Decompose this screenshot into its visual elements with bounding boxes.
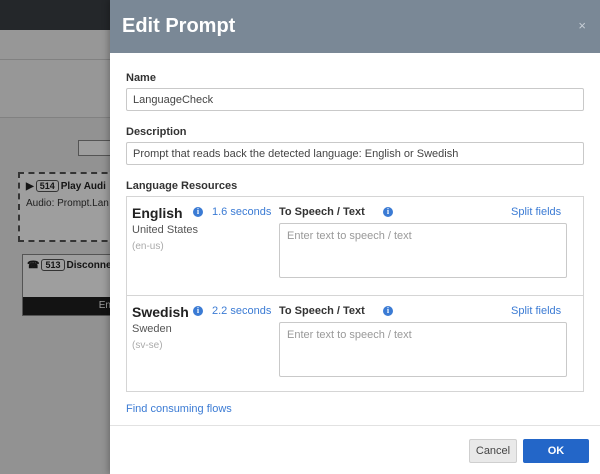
split-fields-link[interactable]: Split fields xyxy=(511,206,561,218)
modal-footer: Cancel OK xyxy=(110,425,600,474)
tts-label: To Speech / Text xyxy=(279,305,365,317)
description-label: Description xyxy=(126,126,187,138)
language-code: (en-us) xyxy=(132,241,164,252)
language-resources-label: Language Resources xyxy=(126,180,238,192)
tts-textarea[interactable] xyxy=(279,223,567,278)
language-resources-table: English i 1.6 seconds United States (en-… xyxy=(126,196,584,392)
language-name: English xyxy=(132,205,183,221)
language-country: Sweden xyxy=(132,323,172,335)
tts-textarea[interactable] xyxy=(279,322,567,377)
modal-title: Edit Prompt xyxy=(122,15,236,37)
description-input[interactable] xyxy=(126,142,584,165)
audio-duration: 1.6 seconds xyxy=(212,206,272,218)
name-input[interactable] xyxy=(126,88,584,111)
info-icon[interactable]: i xyxy=(193,207,203,217)
language-name: Swedish xyxy=(132,304,189,320)
cancel-button[interactable]: Cancel xyxy=(469,439,517,463)
info-icon[interactable]: i xyxy=(193,306,203,316)
name-label: Name xyxy=(126,72,156,84)
language-country: United States xyxy=(132,224,199,236)
tts-label-text: To Speech / Text xyxy=(279,305,365,317)
tts-label: To Speech / Text xyxy=(279,206,365,218)
audio-duration: 2.2 seconds xyxy=(212,305,272,317)
edit-prompt-modal: Edit Prompt × Name Description Language … xyxy=(110,0,600,474)
modal-header: Edit Prompt × xyxy=(110,0,600,53)
info-icon[interactable]: i xyxy=(383,207,393,217)
language-code: (sv-se) xyxy=(132,340,163,351)
split-fields-link[interactable]: Split fields xyxy=(511,305,561,317)
find-consuming-flows-link[interactable]: Find consuming flows xyxy=(126,403,232,415)
info-icon[interactable]: i xyxy=(383,306,393,316)
language-row-swedish: Swedish i 2.2 seconds Sweden (sv-se) To … xyxy=(127,295,583,393)
language-row-english: English i 1.6 seconds United States (en-… xyxy=(127,197,583,295)
tts-label-text: To Speech / Text xyxy=(279,206,365,218)
close-icon[interactable]: × xyxy=(578,18,586,33)
ok-button[interactable]: OK xyxy=(523,439,589,463)
